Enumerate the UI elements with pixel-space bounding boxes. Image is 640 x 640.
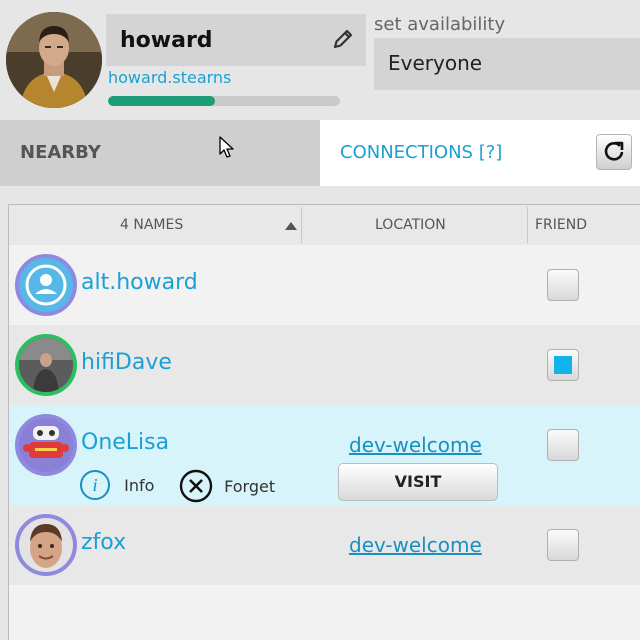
table-row[interactable]: zfox dev-welcome (9, 505, 640, 585)
close-circle-icon (179, 469, 213, 503)
column-divider[interactable] (527, 207, 528, 243)
friend-checkbox[interactable] (547, 269, 579, 301)
forget-label: Forget (224, 476, 276, 496)
friend-checkbox[interactable] (547, 429, 579, 461)
availability-label: set availability (374, 14, 506, 35)
row-name[interactable]: hifiDave (81, 350, 172, 375)
row-location-link[interactable]: dev-welcome (349, 533, 482, 557)
availability-dropdown[interactable]: Everyone (374, 38, 640, 90)
forget-button[interactable]: Forget (179, 469, 275, 503)
table-row[interactable]: alt.howard (9, 245, 640, 325)
refresh-button[interactable] (596, 134, 632, 170)
user-progress-bar (108, 96, 340, 106)
user-avatar-photo[interactable] (15, 514, 77, 576)
display-name-field[interactable]: howard (106, 14, 366, 66)
table-header: 4 NAMES LOCATION FRIEND (9, 205, 640, 246)
user-avatar[interactable] (6, 12, 102, 108)
connections-table: 4 NAMES LOCATION FRIEND alt.howard hifiD… (8, 204, 640, 640)
default-avatar-icon[interactable] (15, 254, 77, 316)
availability-value: Everyone (388, 51, 483, 75)
row-name[interactable]: alt.howard (81, 270, 198, 295)
user-progress-fill (108, 96, 215, 106)
friend-column-header[interactable]: FRIEND (535, 217, 587, 233)
profile-header: howard howard.stearns set availability E… (0, 0, 640, 120)
robot-avatar-image (19, 418, 73, 472)
table-row-selected[interactable]: OneLisa dev-welcome i Info Forget VISIT (9, 405, 640, 505)
user-avatar-photo[interactable] (15, 334, 77, 396)
row-name[interactable]: OneLisa (81, 430, 169, 455)
pencil-icon[interactable] (330, 26, 356, 52)
mouse-cursor-icon (219, 136, 234, 158)
friend-checkbox[interactable] (547, 529, 579, 561)
info-icon: i (80, 470, 110, 500)
row-location-link[interactable]: dev-welcome (349, 433, 482, 457)
column-divider[interactable] (301, 207, 302, 243)
robot-avatar[interactable] (15, 414, 77, 476)
username-label: howard.stearns (108, 68, 232, 87)
tab-nearby[interactable]: NEARBY (0, 120, 320, 186)
table-row[interactable]: hifiDave (9, 325, 640, 405)
friend-checkbox[interactable] (547, 349, 579, 381)
avatar-photo-image (19, 518, 73, 572)
tab-connections[interactable]: CONNECTIONS [?] (320, 120, 640, 186)
tab-connections-label: CONNECTIONS [?] (340, 142, 503, 163)
row-name[interactable]: zfox (81, 530, 126, 555)
refresh-icon (604, 141, 624, 161)
display-name-text: howard (120, 28, 213, 53)
sort-ascending-icon[interactable] (285, 222, 297, 230)
info-button[interactable]: i Info (79, 469, 154, 501)
visit-button[interactable]: VISIT (338, 463, 498, 501)
avatar-photo-image (19, 338, 73, 392)
svg-text:i: i (92, 475, 97, 495)
location-column-header[interactable]: LOCATION (375, 217, 446, 233)
tab-nearby-label: NEARBY (20, 142, 101, 163)
user-avatar-image (6, 12, 102, 108)
tab-bar: NEARBY CONNECTIONS [?] (0, 120, 640, 186)
person-icon (25, 264, 67, 306)
info-label: Info (124, 475, 155, 495)
names-column-header[interactable]: 4 NAMES (120, 217, 183, 233)
